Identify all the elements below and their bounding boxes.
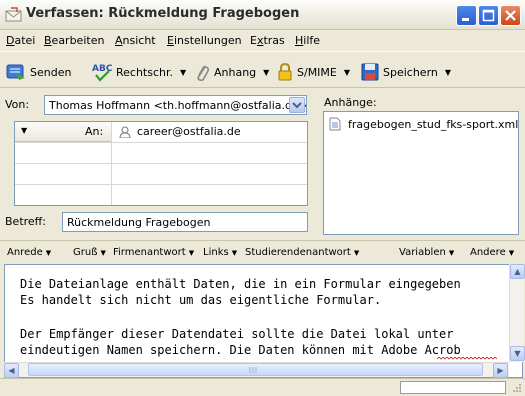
close-icon: [505, 10, 516, 21]
attachment-filename: fragebogen_stud_fks-sport.xml: [348, 117, 519, 131]
attachments-label: Anhänge:: [324, 96, 377, 109]
attach-button[interactable]: Anhang ▼: [194, 62, 269, 82]
grip-lines-icon: [249, 367, 257, 373]
scroll-down-button[interactable]: ▼: [510, 346, 525, 361]
quicktext-studierendenantwort[interactable]: Studierendenantwort ▼: [245, 247, 359, 258]
spellcheck-button[interactable]: ABC Rechtschr. ▼: [92, 62, 186, 82]
file-icon: [329, 117, 341, 131]
close-button[interactable]: [500, 5, 521, 26]
quicktext-gruss[interactable]: Gruß ▼: [73, 247, 106, 258]
menu-hilfe[interactable]: Hilfe: [295, 34, 320, 47]
attach-label: Anhang: [214, 65, 257, 79]
send-button[interactable]: Senden: [6, 62, 71, 82]
maximize-icon: [482, 9, 495, 22]
save-label: Speichern: [383, 65, 438, 79]
body-line: eindeutigen Namen speichern. Die Daten k…: [20, 343, 461, 357]
save-dropdown-icon[interactable]: ▼: [445, 68, 451, 77]
chevron-down-icon: [292, 102, 302, 109]
menu-bar: Datei Bearbeiten Ansicht Einstellungen E…: [0, 31, 525, 50]
paperclip-icon: [197, 65, 210, 82]
message-body-editor[interactable]: Die Dateianlage enthält Daten, die in ei…: [4, 264, 523, 378]
attachments-list: fragebogen_stud_fks-sport.xml: [323, 111, 519, 235]
quicktext-bar: Anrede ▼ Gruß ▼ Firmenantwort ▼ Links ▼ Stud…: [0, 240, 525, 262]
save-icon: [361, 63, 379, 81]
body-line: Es handelt sich nicht um das eigentliche…: [20, 293, 382, 307]
attach-dropdown-icon[interactable]: ▼: [263, 68, 269, 77]
from-label: Von:: [5, 98, 30, 111]
vertical-scrollbar[interactable]: ▲ ▼: [509, 264, 525, 362]
subject-label: Betreff:: [5, 215, 46, 228]
title-bar[interactable]: Verfassen: Rückmeldung Fragebogen: [0, 0, 525, 30]
recipient-type-select[interactable]: ▼ An:: [15, 122, 111, 142]
quicktext-links[interactable]: Links ▼: [203, 247, 237, 258]
minimize-icon: [462, 18, 469, 21]
from-dropdown-button[interactable]: [289, 97, 305, 113]
spelling-underline: [437, 357, 497, 360]
compose-window-icon: [5, 7, 22, 22]
window-title: Verfassen: Rückmeldung Fragebogen: [26, 6, 300, 21]
recipient-address[interactable]: career@ostfalia.de: [137, 125, 241, 138]
save-button[interactable]: Speichern ▼: [361, 62, 451, 82]
menu-ansicht[interactable]: Ansicht: [115, 34, 156, 47]
quicktext-variablen[interactable]: Variablen ▼: [399, 247, 454, 258]
quicktext-anrede[interactable]: Anrede ▼: [7, 247, 51, 258]
menu-extras[interactable]: Extras: [250, 34, 285, 47]
spellcheck-dropdown-icon[interactable]: ▼: [180, 68, 186, 77]
recipients-table: ▼ An: career@ostfalia.de: [14, 121, 308, 206]
scroll-up-button[interactable]: ▲: [510, 264, 525, 279]
chevron-up-icon: ▲: [514, 267, 521, 276]
status-progress-field: [400, 381, 506, 394]
chevron-down-icon: ▼: [514, 349, 521, 358]
spellcheck-icon: ABC: [92, 64, 112, 82]
recipient-type-dropdown-icon[interactable]: ▼: [21, 126, 27, 135]
smime-dropdown-icon[interactable]: ▼: [344, 68, 350, 77]
send-label: Senden: [30, 65, 72, 79]
resize-grip-icon[interactable]: [510, 382, 522, 394]
chevron-right-icon: ▶: [497, 366, 504, 375]
body-line: Die Dateianlage enthält Daten, die in ei…: [20, 277, 461, 291]
smime-button[interactable]: S/MIME ▼: [277, 62, 350, 82]
quicktext-firmenantwort[interactable]: Firmenantwort ▼: [113, 247, 194, 258]
scroll-left-button[interactable]: ◀: [4, 363, 19, 378]
send-icon: [6, 64, 25, 80]
quicktext-andere[interactable]: Andere ▼: [470, 247, 514, 258]
menu-bearbeiten[interactable]: Bearbeiten: [44, 34, 104, 47]
body-line: Der Empfänger dieser Datendatei sollte d…: [20, 327, 454, 341]
chevron-left-icon: ◀: [8, 366, 15, 375]
horizontal-scroll-thumb[interactable]: [28, 363, 483, 376]
attachment-item[interactable]: fragebogen_stud_fks-sport.xml: [329, 117, 518, 131]
minimize-button[interactable]: [456, 5, 477, 26]
smime-label: S/MIME: [297, 65, 337, 79]
maximize-button[interactable]: [478, 5, 499, 26]
contact-icon: [119, 126, 131, 138]
spellcheck-label: Rechtschr.: [116, 65, 174, 79]
menu-einstellungen[interactable]: Einstellungen: [167, 34, 242, 47]
lock-icon: [278, 62, 292, 81]
toolbar: Senden ABC Rechtschr. ▼ Anhang ▼ S/MIME …: [0, 51, 525, 88]
recipient-type-label: An:: [85, 125, 104, 138]
subject-input[interactable]: Rückmeldung Fragebogen: [62, 212, 308, 232]
scroll-right-button[interactable]: ▶: [493, 363, 508, 378]
menu-datei[interactable]: Datei: [6, 34, 35, 47]
from-select[interactable]: Thomas Hoffmann <th.hoffmann@ostfalia.de…: [44, 95, 307, 115]
